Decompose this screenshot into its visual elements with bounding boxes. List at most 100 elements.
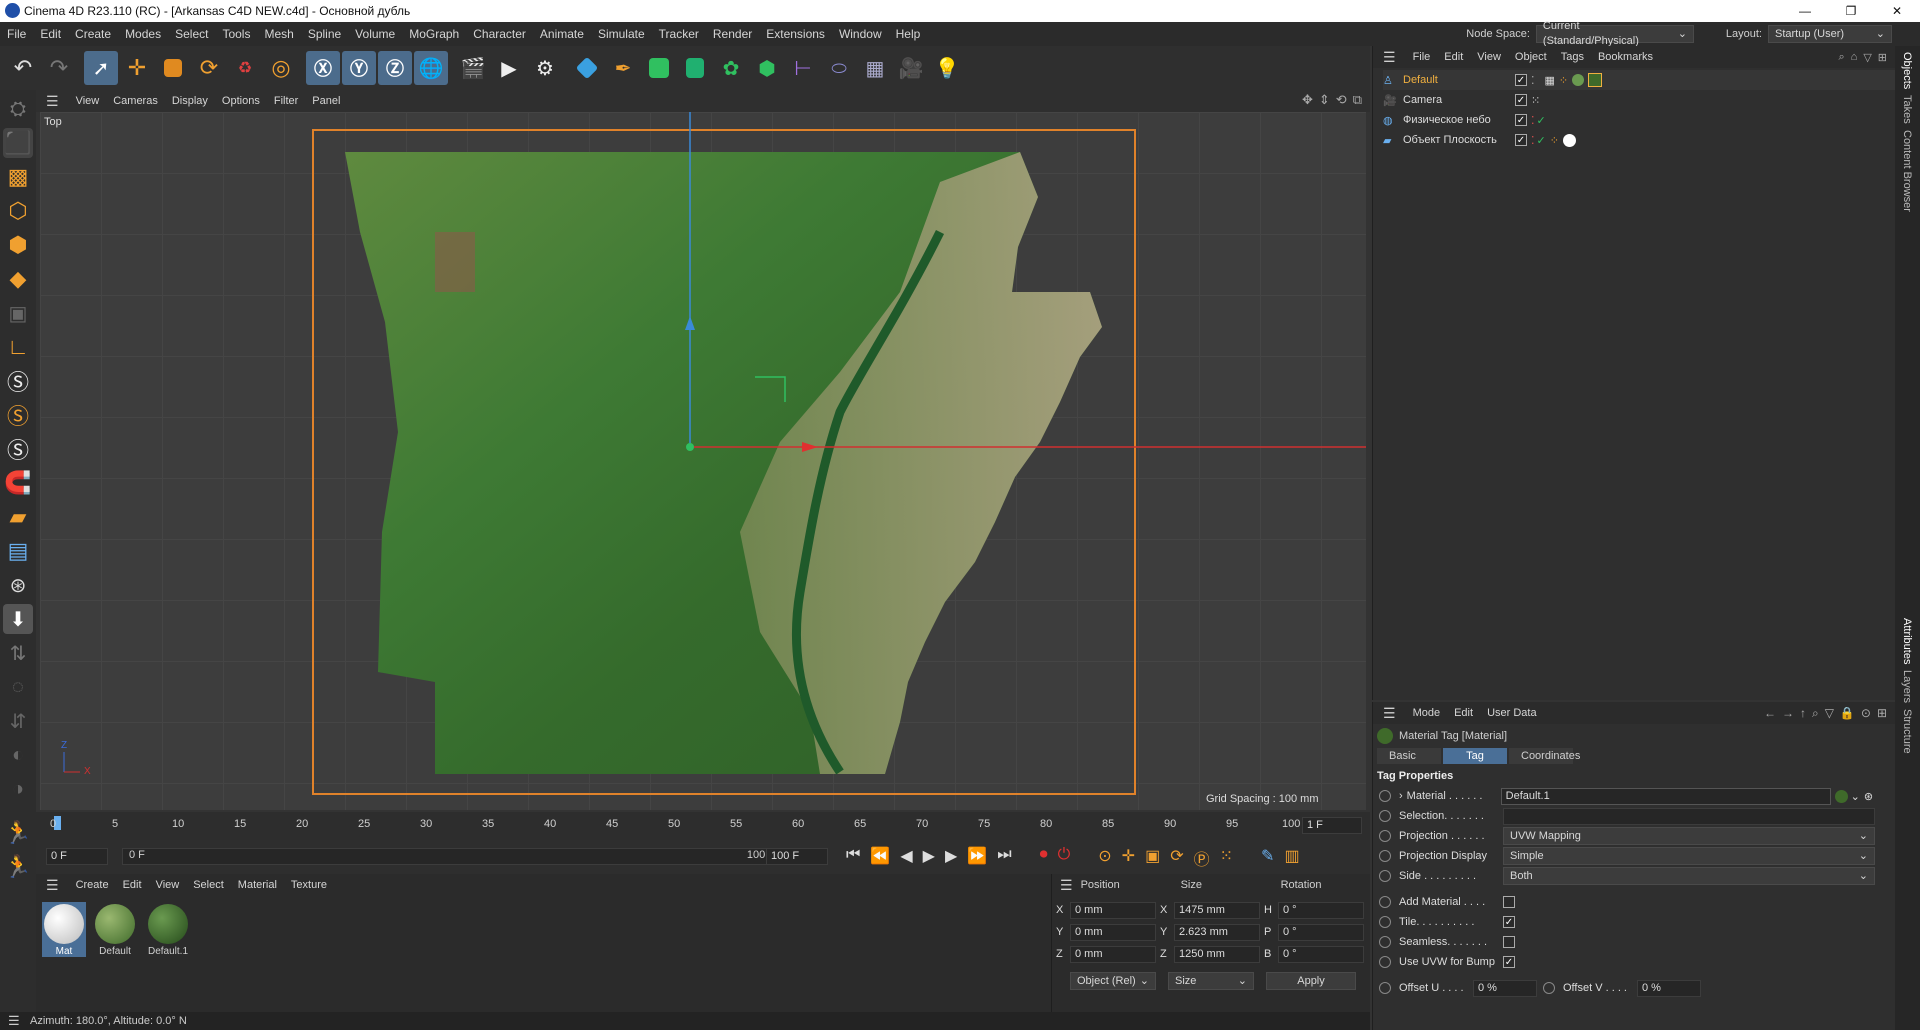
menu-modes[interactable]: Modes bbox=[118, 27, 168, 41]
key-rotation-icon[interactable]: ⊙ bbox=[1098, 846, 1111, 870]
menu-simulate[interactable]: Simulate bbox=[591, 27, 652, 41]
rotate-view-icon[interactable]: ⟲ bbox=[1336, 92, 1347, 108]
texture-mode-button[interactable]: ▩ bbox=[3, 162, 33, 192]
seamless-checkbox[interactable] bbox=[1503, 936, 1515, 948]
object-row-plane[interactable]: ▰ Объект Плоскость ✓ ⁚ ✓ ⁘ bbox=[1383, 130, 1895, 150]
redo-button[interactable]: ↷ bbox=[42, 51, 76, 85]
object-row-physical-sky[interactable]: ◍ Физическое небо ✓ ⁚ ✓ bbox=[1383, 110, 1895, 130]
tweak-button[interactable]: ⇅ bbox=[3, 638, 33, 668]
viewport-menu-display[interactable]: Display bbox=[165, 95, 215, 107]
tab-takes[interactable]: Takes bbox=[1901, 95, 1913, 124]
material-swatch[interactable]: Mat bbox=[42, 902, 86, 957]
toggle-view-icon[interactable]: ⧉ bbox=[1353, 92, 1362, 108]
mograph-button[interactable]: ⬢ bbox=[750, 51, 784, 85]
menu-spline[interactable]: Spline bbox=[301, 27, 348, 41]
snap-button[interactable]: Ⓢ bbox=[3, 366, 33, 396]
animate-radio[interactable] bbox=[1379, 916, 1391, 928]
tab-coordinates[interactable]: Coordinates bbox=[1509, 748, 1580, 764]
selection-field[interactable] bbox=[1503, 807, 1875, 825]
lock-z-axis-button[interactable]: Ⓩ bbox=[378, 51, 412, 85]
maximize-button[interactable]: ❐ bbox=[1828, 0, 1874, 22]
polygons-mode-button[interactable]: ◆ bbox=[3, 264, 33, 294]
layout-select[interactable]: Startup (User) ⌄ bbox=[1768, 25, 1892, 43]
mat-menu-material[interactable]: Material bbox=[231, 879, 284, 891]
size-x-field[interactable]: 1475 mm bbox=[1174, 901, 1260, 919]
goto-end-icon[interactable]: ⏭ bbox=[997, 846, 1011, 870]
lock-icon[interactable]: 🔒 bbox=[1840, 706, 1855, 721]
menu-create[interactable]: Create bbox=[68, 27, 118, 41]
timeline-ruler[interactable]: 0 5 10 15 20 25 30 35 40 45 50 55 60 65 … bbox=[36, 812, 1370, 840]
menu-tracker[interactable]: Tracker bbox=[652, 27, 706, 41]
obj-menu-object[interactable]: Object bbox=[1508, 51, 1554, 63]
render-settings-button[interactable]: ⚙ bbox=[528, 51, 562, 85]
camera-button[interactable]: 🎥 bbox=[894, 51, 928, 85]
magnet-button[interactable]: 🧲 bbox=[3, 468, 33, 498]
auto-key-icon[interactable]: ⏻ bbox=[1058, 846, 1071, 870]
cloner-button[interactable]: ✿ bbox=[714, 51, 748, 85]
hierarchy-solo-button[interactable]: ⇵ bbox=[3, 706, 33, 736]
record-icon[interactable]: ⏺ bbox=[1040, 846, 1048, 870]
rotation-b-field[interactable]: 0 ° bbox=[1278, 945, 1364, 963]
end-frame-field[interactable]: 100 F bbox=[766, 848, 828, 865]
offset-u-field[interactable]: 0 % bbox=[1473, 979, 1537, 997]
tab-objects[interactable]: Objects bbox=[1901, 52, 1913, 89]
obj-menu-view[interactable]: View bbox=[1470, 51, 1508, 63]
map-plane-object[interactable] bbox=[40, 112, 1366, 810]
key-rotate-icon[interactable]: ⟳ bbox=[1170, 846, 1183, 870]
locked-workplane-button[interactable]: ⊛ bbox=[3, 570, 33, 600]
snap-settings-button[interactable]: Ⓢ bbox=[3, 400, 33, 430]
new-window-icon[interactable]: ⊞ bbox=[1877, 706, 1887, 721]
material-link-field[interactable]: Default.1 bbox=[1500, 787, 1831, 805]
obj-menu-tags[interactable]: Tags bbox=[1554, 51, 1591, 63]
dots-icon[interactable]: ⁚ bbox=[1531, 114, 1535, 127]
offset-v-field[interactable]: 0 % bbox=[1637, 979, 1701, 997]
position-x-field[interactable]: 0 mm bbox=[1070, 901, 1156, 919]
prev-frame-icon[interactable]: ◀ bbox=[900, 846, 912, 870]
goto-start-icon[interactable]: ⏮ bbox=[846, 846, 860, 870]
obj-menu-edit[interactable]: Edit bbox=[1437, 51, 1470, 63]
menu-character[interactable]: Character bbox=[466, 27, 533, 41]
projection-display-select[interactable]: Simple ⌄ bbox=[1503, 847, 1875, 865]
motion-clip-icon[interactable]: ✎ bbox=[1261, 846, 1274, 870]
material-tag-icon[interactable] bbox=[1572, 74, 1585, 86]
material-swatch[interactable]: Default bbox=[92, 902, 138, 957]
coordinate-system-button[interactable]: ◎ bbox=[264, 51, 298, 85]
animate-radio[interactable] bbox=[1379, 870, 1391, 882]
tab-attributes[interactable]: Attributes bbox=[1901, 618, 1913, 664]
pen-button[interactable]: ✒ bbox=[606, 51, 640, 85]
visibility-toggle[interactable]: ✓ bbox=[1515, 134, 1527, 146]
dots-icon[interactable]: ⁚ bbox=[1531, 74, 1535, 87]
add-material-checkbox[interactable] bbox=[1503, 896, 1515, 908]
key-param-icon[interactable]: Ⓟ bbox=[1194, 846, 1210, 870]
viewport-menu-filter[interactable]: Filter bbox=[267, 95, 305, 107]
uv-mode-button[interactable]: ▣ bbox=[3, 298, 33, 328]
filter-icon[interactable]: ▽ bbox=[1863, 51, 1871, 64]
enabled-check-icon[interactable]: ✓ bbox=[1537, 114, 1546, 127]
make-editable-button[interactable]: ⛭ bbox=[3, 94, 33, 124]
filter-icon[interactable]: ▽ bbox=[1825, 706, 1834, 721]
edges-mode-button[interactable]: ⬢ bbox=[3, 230, 33, 260]
character-button[interactable]: 🏃 bbox=[3, 852, 33, 882]
tab-content-browser[interactable]: Content Browser bbox=[1901, 130, 1913, 212]
animate-radio[interactable] bbox=[1379, 830, 1391, 842]
axis-mode-button[interactable]: ∟ bbox=[3, 332, 33, 362]
animate-radio[interactable] bbox=[1379, 982, 1391, 994]
move-tool-button[interactable]: ✛ bbox=[120, 51, 154, 85]
texture-tag-icon[interactable]: ▦ bbox=[1545, 74, 1555, 87]
extrude-button[interactable] bbox=[678, 51, 712, 85]
up-arrow-icon[interactable]: ↑ bbox=[1800, 706, 1806, 721]
tool-b-button[interactable]: ◑ bbox=[3, 774, 33, 804]
key-pla-icon[interactable]: ⁙ bbox=[1220, 846, 1233, 870]
play-icon[interactable]: ▶ bbox=[923, 846, 935, 870]
material-swatch[interactable]: Default.1 bbox=[144, 902, 192, 957]
select-tool-button[interactable]: ➚ bbox=[84, 51, 118, 85]
key-position-icon[interactable]: ✛ bbox=[1122, 846, 1135, 870]
scale-tool-button[interactable] bbox=[156, 51, 190, 85]
size-z-field[interactable]: 1250 mm bbox=[1174, 945, 1260, 963]
attr-menu-edit[interactable]: Edit bbox=[1447, 707, 1480, 719]
attr-menu-user-data[interactable]: User Data bbox=[1480, 707, 1544, 719]
dots-icon[interactable]: ⁚ bbox=[1531, 134, 1535, 147]
lock-y-axis-button[interactable]: Ⓨ bbox=[342, 51, 376, 85]
coordinate-mode-select[interactable]: Object (Rel) ⌄ bbox=[1070, 972, 1156, 990]
search-icon[interactable]: ⌕ bbox=[1838, 51, 1844, 64]
